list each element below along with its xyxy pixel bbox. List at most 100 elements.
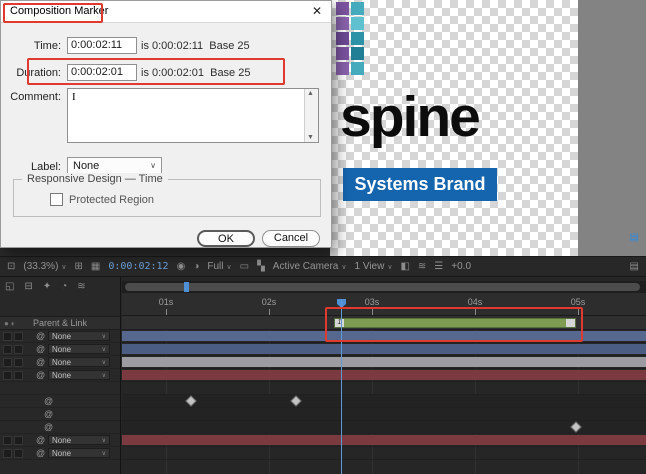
layer-switch[interactable]: [14, 358, 23, 367]
scroll-up-icon[interactable]: ▲: [307, 90, 314, 97]
cancel-button[interactable]: Cancel: [262, 230, 320, 247]
close-icon[interactable]: ✕: [312, 4, 322, 18]
hide-shy-icon[interactable]: ◱: [5, 281, 14, 292]
chevron-down-icon: ∨: [227, 263, 232, 271]
ruler-label: 02s: [257, 297, 281, 307]
timeline-toggle-icons: ◱ ⊟ ✦ ◔ ≋: [5, 281, 86, 292]
motion-blur-icon[interactable]: ✦: [43, 281, 51, 292]
ruler-label: 05s: [566, 297, 590, 307]
layer-switch[interactable]: [3, 449, 12, 458]
choose-grid-icon[interactable]: ⊞: [75, 261, 83, 272]
layer-duration-bar[interactable]: [122, 370, 646, 380]
navigator-bar[interactable]: [125, 283, 640, 291]
keyframe-diamond[interactable]: [290, 395, 301, 406]
parent-link-column-header[interactable]: ●◐ Parent & Link: [0, 316, 120, 330]
layer-switch[interactable]: [3, 332, 12, 341]
resolution-select[interactable]: Full ∨: [207, 261, 231, 272]
magnification-select[interactable]: (33.3%) ∨: [23, 261, 66, 272]
pickwhip-icon[interactable]: @: [44, 395, 53, 407]
mask-visibility-icon[interactable]: ▦: [91, 261, 100, 272]
live-update-icon[interactable]: ≋: [77, 281, 85, 292]
ok-button[interactable]: OK: [197, 230, 255, 247]
parent-link-select[interactable]: None∨: [48, 344, 110, 354]
logo-text: spine: [340, 84, 479, 150]
scroll-down-icon[interactable]: ▼: [307, 134, 314, 141]
layer-switch[interactable]: [14, 345, 23, 354]
comment-scrollbar[interactable]: ▲ ▼: [304, 89, 318, 142]
exposure-control[interactable]: +0.0: [451, 261, 471, 272]
layer-duration-bar[interactable]: [122, 435, 646, 445]
panel-menu-icon[interactable]: ▤: [630, 232, 639, 243]
pixel-aspect-icon[interactable]: ◧: [400, 261, 409, 272]
layer-switch[interactable]: [14, 436, 23, 445]
frame-blend-icon[interactable]: ⊟: [24, 281, 32, 292]
timeline-panel-menu-icon[interactable]: ▤: [630, 261, 639, 272]
layer-duration-bar[interactable]: [122, 344, 646, 354]
current-time-display[interactable]: 0:00:02:12: [108, 261, 168, 272]
layer-switch[interactable]: [14, 332, 23, 341]
ruler-label: 01s: [154, 297, 178, 307]
logo-mark: [336, 2, 364, 75]
ruler-label: 04s: [463, 297, 487, 307]
layer-duration-bar[interactable]: [122, 357, 646, 367]
logo-square: [351, 62, 364, 75]
chevron-down-icon: ∨: [387, 263, 392, 271]
pickwhip-icon[interactable]: @: [44, 408, 53, 420]
parent-link-select[interactable]: None∨: [48, 357, 110, 367]
comment-textarea[interactable]: I ▲ ▼: [67, 88, 319, 143]
graph-editor-icon[interactable]: ◔: [61, 281, 67, 292]
protected-region-row[interactable]: Protected Region: [50, 193, 154, 206]
keyframe-diamond[interactable]: [570, 421, 581, 432]
logo-square: [336, 17, 349, 30]
timeline-track-row: [122, 395, 646, 408]
timeline-left-row: @None∨: [0, 434, 120, 447]
layer-list: @None∨@None∨@None∨@None∨@@@@None∨@None∨: [0, 330, 120, 460]
parent-link-select[interactable]: None∨: [48, 370, 110, 380]
panel-gutter: ▤: [578, 0, 646, 256]
parent-link-select[interactable]: None∨: [48, 331, 110, 341]
pickwhip-icon[interactable]: @: [36, 330, 45, 342]
label-value: None: [73, 160, 99, 172]
camera-view-select[interactable]: Active Camera ∨: [273, 261, 347, 272]
region-of-interest-icon[interactable]: ▭: [240, 261, 249, 272]
take-snapshot-icon[interactable]: ◉: [177, 261, 186, 272]
show-channel-icon[interactable]: ◑: [193, 261, 199, 272]
parent-link-label: Parent & Link: [33, 318, 87, 328]
solo-column-icon: ●: [4, 319, 11, 328]
pickwhip-icon[interactable]: @: [44, 421, 53, 433]
layer-switch[interactable]: [14, 371, 23, 380]
protected-region-checkbox[interactable]: [50, 193, 63, 206]
pickwhip-icon[interactable]: @: [36, 369, 45, 381]
time-field[interactable]: 0:00:02:11: [67, 37, 137, 54]
flowchart-icon[interactable]: ☰: [434, 261, 443, 272]
timeline-track-row: [122, 408, 646, 421]
pickwhip-icon[interactable]: @: [36, 343, 45, 355]
chevron-down-icon: ∨: [61, 263, 66, 271]
time-navigator[interactable]: [122, 281, 646, 293]
protected-region-label: Protected Region: [69, 194, 154, 206]
keyframe-diamond[interactable]: [185, 395, 196, 406]
transparency-grid-icon[interactable]: ▚: [257, 261, 265, 272]
layer-switch[interactable]: [14, 449, 23, 458]
parent-link-select[interactable]: None∨: [48, 448, 110, 458]
view-layout-select[interactable]: 1 View ∨: [354, 261, 392, 272]
logo-square: [336, 2, 349, 15]
parent-link-select[interactable]: None∨: [48, 435, 110, 445]
annotation-box-duration: [27, 58, 285, 85]
layer-switch[interactable]: [3, 371, 12, 380]
logo-banner: Systems Brand: [343, 168, 497, 201]
fast-previews-icon[interactable]: ≋: [418, 261, 426, 272]
snapshot-icon[interactable]: ⊡: [7, 261, 15, 272]
pickwhip-icon[interactable]: @: [36, 356, 45, 368]
pickwhip-icon[interactable]: @: [36, 447, 45, 459]
app-root: spine Systems Brand ▤ ⊡ (33.3%) ∨ ⊞ ▦ 0:…: [0, 0, 646, 474]
layer-switch[interactable]: [3, 436, 12, 445]
pickwhip-icon[interactable]: @: [36, 434, 45, 446]
timeline-track-row: [122, 382, 646, 395]
timeline-left-panel: ◱ ⊟ ✦ ◔ ≋ ●◐ Parent & Link @None∨@None∨@…: [0, 277, 121, 474]
navigator-marker: [184, 282, 189, 292]
timeline-left-row: @None∨: [0, 356, 120, 369]
label-select[interactable]: None ∨: [67, 157, 162, 174]
layer-switch[interactable]: [3, 358, 12, 367]
layer-switch[interactable]: [3, 345, 12, 354]
